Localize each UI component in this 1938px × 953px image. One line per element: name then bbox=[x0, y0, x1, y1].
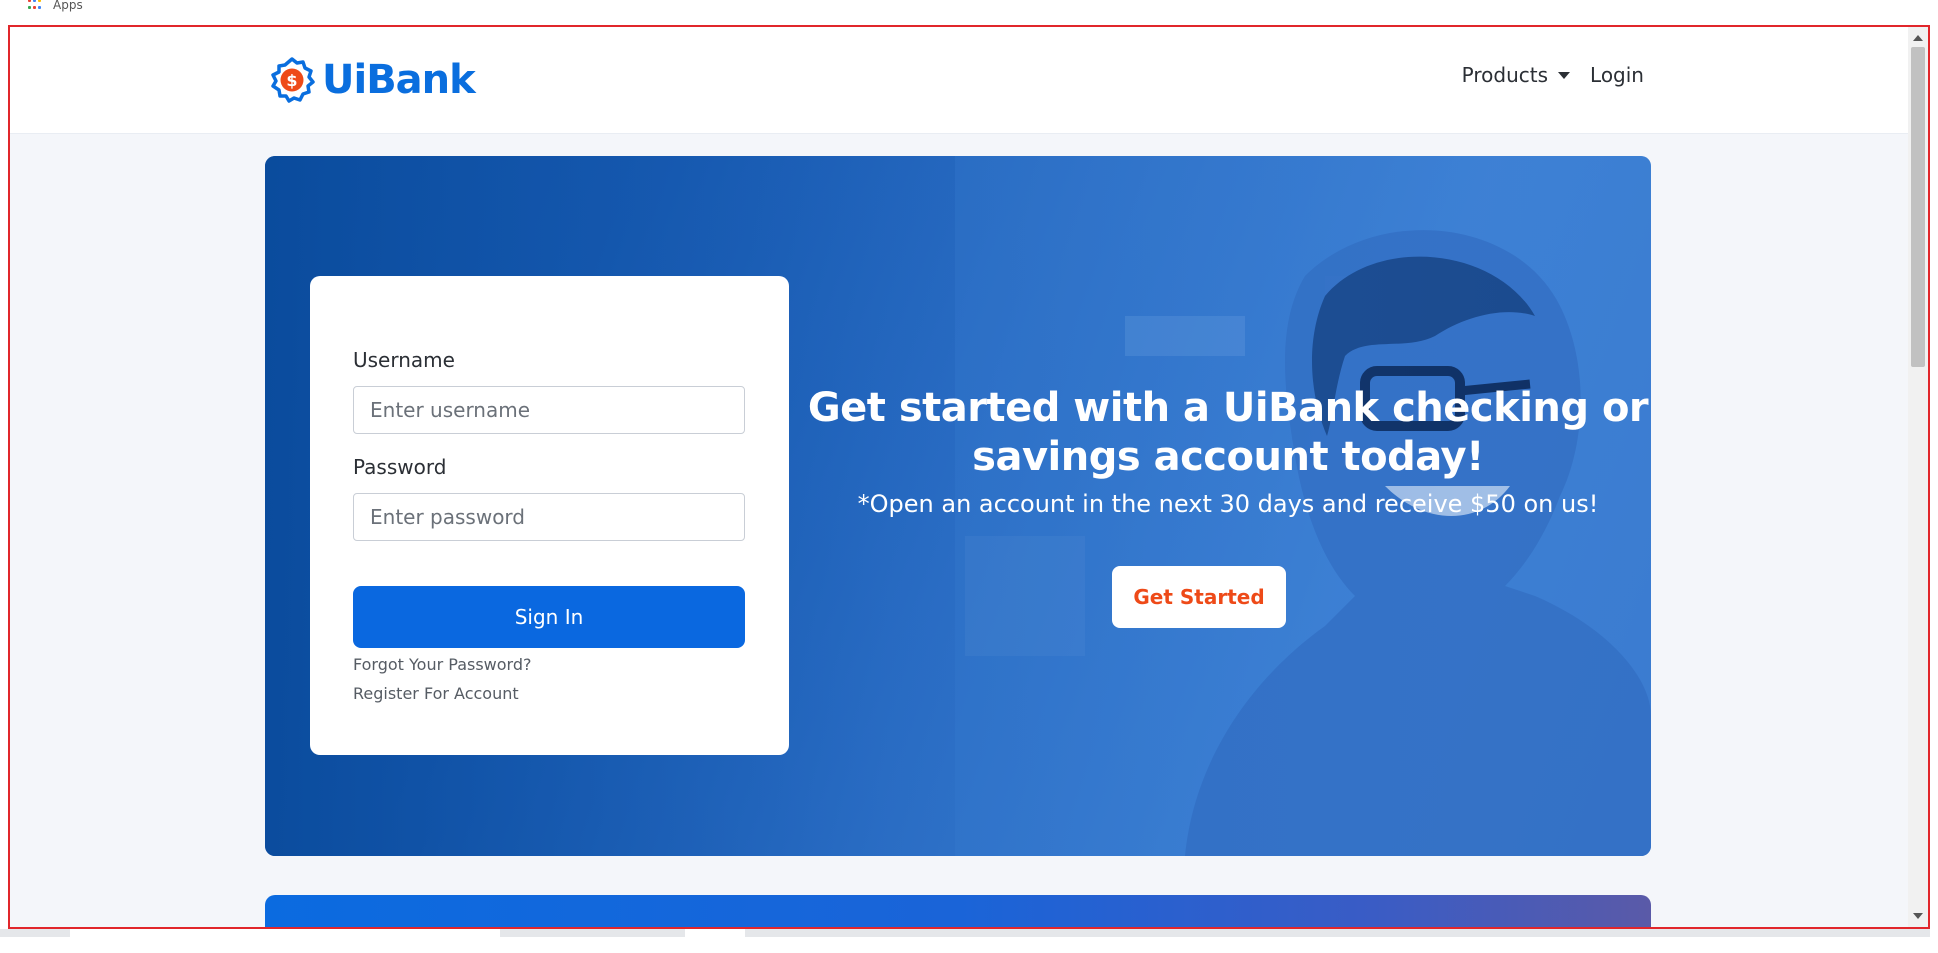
page-viewport: $ UiBank Products Login Username Enter u… bbox=[8, 25, 1930, 929]
products-dropdown[interactable]: Products bbox=[1461, 63, 1571, 87]
get-started-button[interactable]: Get Started bbox=[1112, 566, 1286, 628]
password-input[interactable] bbox=[353, 493, 745, 541]
scroll-thumb[interactable] bbox=[1911, 47, 1925, 367]
apps-grid-icon bbox=[28, 0, 43, 11]
svg-text:$: $ bbox=[286, 71, 297, 90]
products-label: Products bbox=[1461, 63, 1549, 87]
page-scrollbar[interactable] bbox=[1908, 27, 1928, 927]
login-label: Login bbox=[1590, 63, 1644, 87]
hero-banner: Username Password Sign In Forgot Your Pa… bbox=[265, 156, 1651, 856]
hero-subtitle: *Open an account in the next 30 days and… bbox=[857, 490, 1599, 518]
password-label: Password bbox=[353, 455, 447, 479]
dollar-badge-icon: $ bbox=[271, 57, 315, 103]
bookmark-apps[interactable]: Apps bbox=[28, 0, 83, 12]
hero-copy: Get started with a UiBank checking or sa… bbox=[805, 384, 1651, 518]
nav-links: Products Login bbox=[1462, 63, 1644, 87]
bookmarks-bar: Apps bbox=[0, 0, 1938, 24]
scroll-down-arrow-icon[interactable] bbox=[1913, 913, 1923, 919]
username-label: Username bbox=[353, 348, 455, 372]
caret-down-icon bbox=[1558, 71, 1571, 79]
login-card: Username Password Sign In Forgot Your Pa… bbox=[310, 276, 789, 755]
register-account-link[interactable]: Register For Account bbox=[353, 684, 519, 703]
hero-title: Get started with a UiBank checking or sa… bbox=[807, 385, 1649, 480]
bookmark-apps-label: Apps bbox=[53, 0, 83, 12]
sign-in-button[interactable]: Sign In bbox=[353, 586, 745, 648]
forgot-password-link[interactable]: Forgot Your Password? bbox=[353, 655, 532, 674]
top-navbar: $ UiBank Products Login bbox=[10, 27, 1910, 134]
brand-name: UiBank bbox=[322, 57, 476, 103]
brand-logo-link[interactable]: $ UiBank bbox=[268, 53, 476, 107]
username-input[interactable] bbox=[353, 386, 745, 434]
bottom-browser-strip bbox=[0, 929, 1938, 953]
next-section-banner bbox=[265, 895, 1651, 927]
login-link[interactable]: Login bbox=[1590, 63, 1644, 87]
scroll-up-arrow-icon[interactable] bbox=[1913, 35, 1923, 41]
